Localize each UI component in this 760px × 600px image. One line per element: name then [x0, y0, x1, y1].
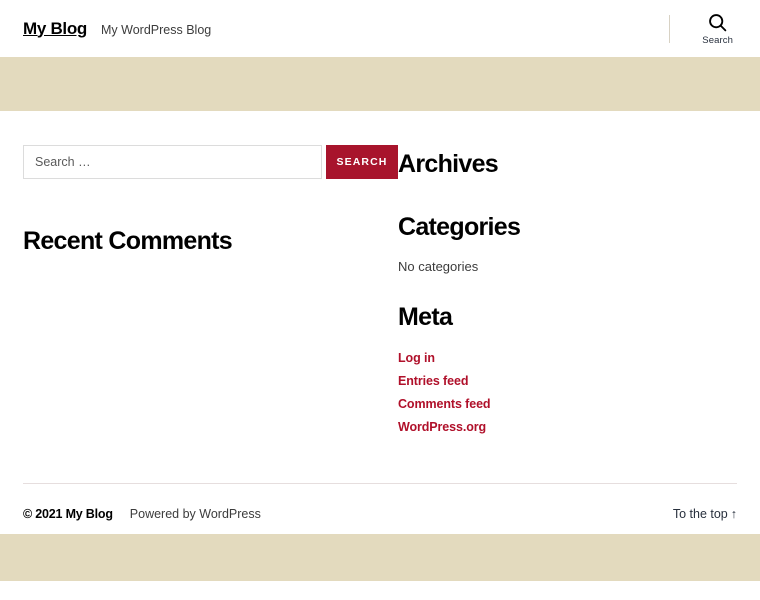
meta-link-list: Log in Entries feed Comments feed WordPr… [398, 349, 714, 436]
site-header: My Blog My WordPress Blog Search [0, 0, 760, 57]
search-icon [707, 12, 728, 33]
footer-left-group: © 2021 My Blog Powered by WordPress [23, 507, 261, 521]
right-column: Archives Categories No categories Meta L… [398, 145, 714, 441]
to-the-top-label: To the top [672, 507, 728, 522]
decorative-band-bottom [0, 534, 760, 582]
arrow-up-icon: ↑ [730, 507, 737, 522]
meta-link-log-in[interactable]: Log in [398, 351, 435, 365]
decorative-band-top [0, 57, 760, 111]
site-branding: My Blog My WordPress Blog [23, 19, 669, 39]
list-item: Log in [398, 349, 714, 367]
categories-empty-message: No categories [398, 258, 479, 274]
footer-credit-link[interactable]: Powered by WordPress [130, 507, 261, 521]
search-submit-button[interactable]: SEARCH [326, 145, 398, 179]
meta-link-entries-feed[interactable]: Entries feed [398, 374, 468, 388]
widget-recent-comments: Recent Comments [23, 227, 398, 256]
header-divider [669, 14, 671, 43]
categories-title: Categories [398, 212, 521, 241]
list-item: Comments feed [398, 395, 714, 413]
meta-link-comments-feed[interactable]: Comments feed [398, 397, 491, 411]
footer-credit: Powered by WordPress [130, 507, 261, 521]
widget-categories: Categories No categories [398, 213, 714, 274]
search-widget-form: SEARCH [23, 145, 398, 179]
widget-meta: Meta Log in Entries feed Comments feed W… [398, 303, 714, 437]
footer-copyright: © 2021 My Blog [23, 507, 113, 522]
widget-archives: Archives [398, 150, 714, 179]
site-title-link[interactable]: My Blog [23, 19, 87, 39]
footer-spacer [0, 521, 760, 534]
header-tools: Search [669, 0, 737, 57]
recent-comments-title: Recent Comments [23, 227, 233, 255]
site-footer: © 2021 My Blog Powered by WordPress To t… [0, 483, 760, 521]
header-search-toggle-button[interactable]: Search [698, 10, 737, 48]
site-tagline: My WordPress Blog [101, 22, 212, 37]
meta-title: Meta [398, 302, 453, 331]
search-input[interactable] [23, 145, 322, 179]
footer-inner: © 2021 My Blog Powered by WordPress To t… [23, 484, 737, 521]
list-item: Entries feed [398, 372, 714, 390]
list-item: WordPress.org [398, 418, 714, 436]
main-content: SEARCH Recent Comments Archives Categori… [0, 111, 760, 441]
left-column: SEARCH Recent Comments [23, 145, 398, 441]
to-the-top-link[interactable]: To the top ↑ [673, 507, 737, 521]
header-search-toggle-label: Search [702, 34, 733, 46]
meta-link-wordpress-org[interactable]: WordPress.org [398, 420, 486, 434]
archives-title: Archives [398, 150, 499, 178]
